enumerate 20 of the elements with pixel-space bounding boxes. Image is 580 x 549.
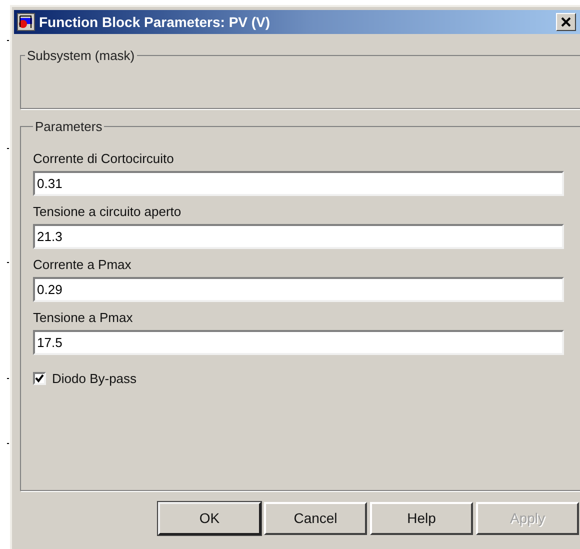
field-label: Corrente a Pmax <box>33 256 132 272</box>
dialog-button[interactable]: Cancel <box>264 502 367 535</box>
checkbox[interactable] <box>33 372 46 385</box>
close-button[interactable] <box>556 13 576 31</box>
field-label: Tensione a Pmax <box>33 310 134 326</box>
input-field[interactable]: 17.5 <box>33 330 564 354</box>
group-title: Subsystem (mask) <box>26 47 136 65</box>
group-title: Parameters <box>34 118 104 136</box>
close-icon <box>561 17 571 27</box>
field-label: Tensione a circuito aperto <box>33 204 182 220</box>
check-icon <box>35 374 44 383</box>
field-label: Corrente di Cortocircuito <box>33 150 175 166</box>
input-field[interactable]: 21.3 <box>33 224 564 248</box>
app-icon <box>17 13 35 31</box>
dialog-button[interactable]: Help <box>370 502 473 535</box>
input-field[interactable]: 0.31 <box>33 170 564 196</box>
window-title: Function Block Parameters: PV (V) <box>39 12 270 32</box>
checkbox-label: Diodo By-pass <box>52 370 137 388</box>
input-field[interactable]: 0.29 <box>33 276 564 302</box>
dialog-button[interactable]: OK <box>158 502 261 535</box>
